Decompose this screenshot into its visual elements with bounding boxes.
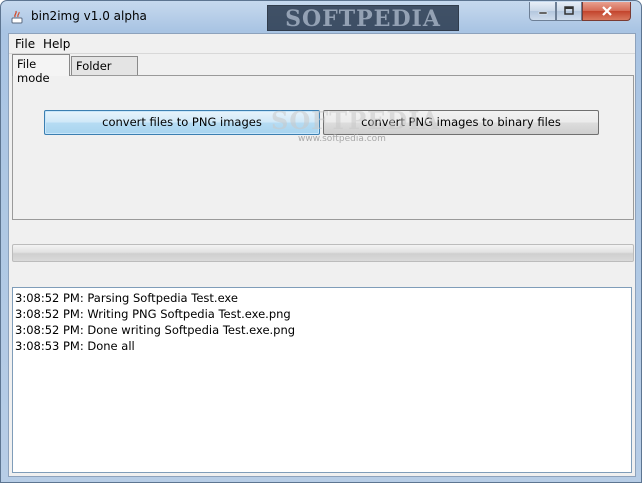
title-bar[interactable]: bin2img v1.0 alpha SOFTPEDIA bbox=[1, 1, 641, 33]
menu-bar: File Help bbox=[9, 34, 635, 54]
convert-to-png-button[interactable]: convert files to PNG images bbox=[44, 110, 320, 135]
progress-bar bbox=[12, 244, 634, 262]
close-button[interactable] bbox=[582, 2, 631, 21]
menu-file[interactable]: File bbox=[13, 36, 37, 52]
maximize-button[interactable] bbox=[556, 2, 582, 21]
minimize-button[interactable] bbox=[529, 2, 556, 21]
menu-help[interactable]: Help bbox=[41, 36, 72, 52]
tab-file-mode[interactable]: File mode bbox=[12, 54, 70, 85]
minimize-icon bbox=[538, 11, 547, 15]
java-app-icon bbox=[9, 9, 25, 25]
file-mode-panel: convert files to PNG images convert PNG … bbox=[12, 75, 634, 220]
log-line: 3:08:52 PM: Done writing Softpedia Test.… bbox=[15, 323, 296, 337]
log-area[interactable]: 3:08:52 PM: Parsing Softpedia Test.exe 3:… bbox=[12, 287, 632, 473]
log-list: 3:08:52 PM: Parsing Softpedia Test.exe 3:… bbox=[15, 290, 615, 354]
window-title: bin2img v1.0 alpha bbox=[31, 9, 147, 23]
maximize-icon bbox=[564, 6, 574, 15]
log-line: 3:08:52 PM: Parsing Softpedia Test.exe bbox=[15, 291, 238, 305]
close-icon bbox=[601, 6, 612, 16]
softpedia-url-watermark: www.softpedia.com bbox=[298, 134, 386, 144]
log-line: 3:08:52 PM: Writing PNG Softpedia Test.e… bbox=[15, 307, 291, 321]
tab-folder-mode[interactable]: Folder mode bbox=[71, 56, 138, 87]
client-area: File Help File mode Folder mode convert … bbox=[8, 33, 636, 477]
convert-to-binary-button[interactable]: convert PNG images to binary files bbox=[323, 110, 599, 135]
app-window: bin2img v1.0 alpha SOFTPEDIA File Help F… bbox=[0, 0, 642, 483]
softpedia-watermark: SOFTPEDIA bbox=[267, 5, 459, 32]
log-line: 3:08:53 PM: Done all bbox=[15, 339, 135, 353]
